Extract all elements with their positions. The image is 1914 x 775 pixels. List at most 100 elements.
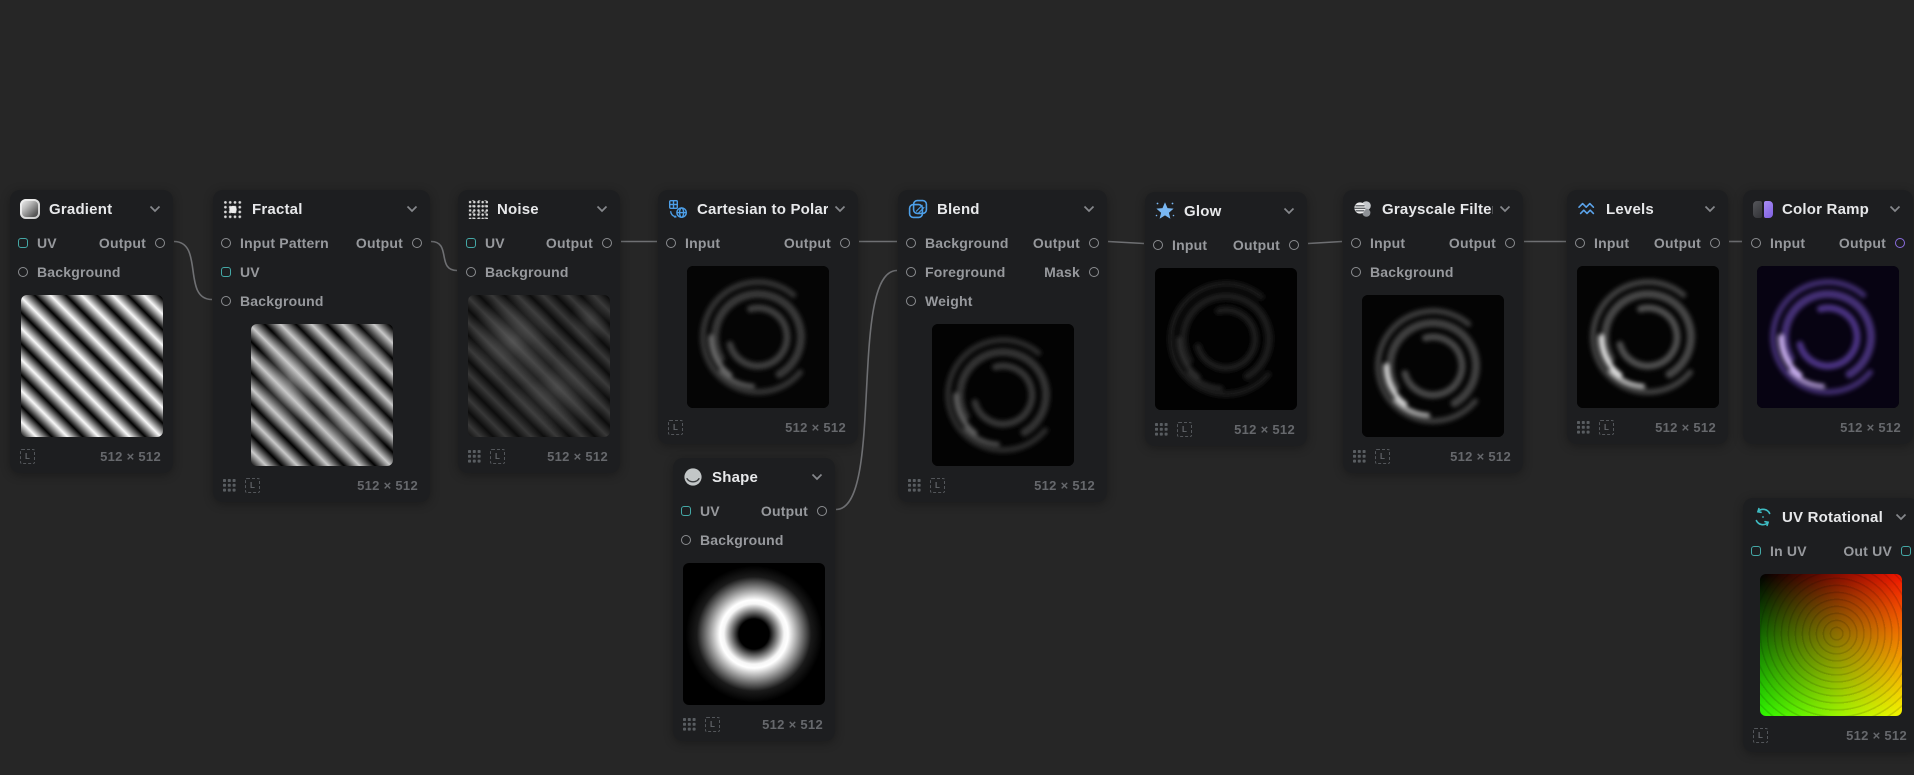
port-label: Input [1370, 235, 1405, 251]
chevron-down-icon[interactable] [1704, 200, 1716, 218]
grid-toggle-icon[interactable] [1577, 420, 1591, 434]
node-footer: L512 × 512 [223, 477, 418, 493]
input-port-uv[interactable] [221, 267, 231, 277]
resolution-label: 512 × 512 [1840, 420, 1901, 435]
input-port-background[interactable] [18, 267, 28, 277]
port-label: Out UV [1843, 543, 1892, 559]
node-color-ramp[interactable]: Color Ramp InputOutput 512 × 512 [1743, 190, 1913, 444]
fractal-icon [223, 200, 243, 219]
chevron-down-icon[interactable] [149, 200, 161, 218]
chevron-down-icon[interactable] [1283, 202, 1295, 220]
input-port-background[interactable] [466, 267, 476, 277]
chevron-down-icon[interactable] [1889, 200, 1901, 218]
input-port-in-uv[interactable] [1751, 546, 1761, 556]
input-port-uv[interactable] [681, 506, 691, 516]
grid-toggle-icon[interactable] [1353, 449, 1367, 463]
input-port-uv[interactable] [18, 238, 28, 248]
grid-toggle-icon[interactable] [908, 478, 922, 492]
port-label: Background [925, 235, 1009, 251]
node-footer: L512 × 512 [468, 448, 608, 464]
input-port-input[interactable] [1153, 240, 1163, 250]
input-port-weight[interactable] [906, 296, 916, 306]
marquee-l-icon[interactable]: L [1375, 449, 1390, 464]
input-port-input-pattern[interactable] [221, 238, 231, 248]
node-preview-image [1362, 295, 1504, 437]
grid-toggle-icon[interactable] [468, 449, 482, 463]
output-port-output[interactable] [1289, 240, 1299, 250]
port-row: Background [1343, 257, 1523, 286]
node-header: Levels [1567, 190, 1728, 228]
wire-blend-to-glow[interactable] [1108, 242, 1144, 244]
chevron-down-icon[interactable] [811, 468, 823, 486]
port-label: Output [1654, 235, 1701, 251]
output-port-mask[interactable] [1089, 267, 1099, 277]
node-shape[interactable]: Shape UVOutput BackgroundL512 × 512 [673, 458, 835, 741]
port-label: Mask [1044, 264, 1080, 280]
node-uv-rotational[interactable]: UV Rotational In UVOut UV L512 × 512 [1743, 498, 1914, 752]
node-grayscale-filter[interactable]: Grayscale Filter InputOutput Background … [1343, 190, 1523, 473]
wire-gradient-to-fractal[interactable] [174, 242, 212, 300]
node-noise[interactable]: Noise UVOutput BackgroundL512 × 512 [458, 190, 620, 473]
port-label: Foreground [925, 264, 1006, 280]
output-port-output[interactable] [1505, 238, 1515, 248]
output-port-output[interactable] [840, 238, 850, 248]
grid-toggle-icon[interactable] [1155, 422, 1169, 436]
chevron-down-icon[interactable] [1083, 200, 1095, 218]
node-header: Glow [1145, 192, 1307, 230]
output-port-output[interactable] [817, 506, 827, 516]
node-cartesian-to-polar[interactable]: Cartesian to Polar InputOutput L512 × 51… [658, 190, 858, 444]
input-port-input[interactable] [1751, 238, 1761, 248]
input-port-input[interactable] [1351, 238, 1361, 248]
marquee-l-icon[interactable]: L [1599, 420, 1614, 435]
wire-glow-to-grayscale-filter[interactable] [1308, 242, 1342, 244]
input-port-background[interactable] [681, 535, 691, 545]
port-label: Output [546, 235, 593, 251]
input-port-background[interactable] [906, 238, 916, 248]
marquee-l-icon[interactable]: L [1177, 422, 1192, 437]
port-label: Background [1370, 264, 1454, 280]
grid-toggle-icon[interactable] [223, 478, 237, 492]
grid-toggle-icon[interactable] [683, 717, 697, 731]
port-label: Background [240, 293, 324, 309]
chevron-down-icon[interactable] [596, 200, 608, 218]
marquee-l-icon[interactable]: L [1753, 728, 1768, 743]
chevron-down-icon[interactable] [834, 200, 846, 218]
node-footer: L512 × 512 [1753, 727, 1907, 743]
noise-icon [468, 200, 488, 219]
output-port-output[interactable] [1089, 238, 1099, 248]
output-port-output[interactable] [1895, 238, 1905, 248]
node-levels[interactable]: Levels InputOutput L512 × 512 [1567, 190, 1728, 444]
marquee-l-icon[interactable]: L [20, 449, 35, 464]
chevron-down-icon[interactable] [1499, 200, 1511, 218]
input-port-input[interactable] [666, 238, 676, 248]
node-gradient[interactable]: Gradient UVOutput BackgroundL512 × 512 [10, 190, 173, 473]
wire-fractal-to-noise[interactable] [431, 242, 457, 271]
chevron-down-icon[interactable] [1895, 508, 1907, 526]
input-port-background[interactable] [1351, 267, 1361, 277]
node-header: Blend [898, 190, 1107, 228]
node-blend[interactable]: Blend BackgroundOutput ForegroundMask We… [898, 190, 1107, 502]
port-label: Background [700, 532, 784, 548]
chevron-down-icon[interactable] [406, 200, 418, 218]
marquee-l-icon[interactable]: L [930, 478, 945, 493]
marquee-l-icon[interactable]: L [668, 420, 683, 435]
marquee-l-icon[interactable]: L [490, 449, 505, 464]
output-port-output[interactable] [1710, 238, 1720, 248]
node-fractal[interactable]: Fractal Input PatternOutput UV Backgroun… [213, 190, 430, 502]
output-port-output[interactable] [602, 238, 612, 248]
node-glow[interactable]: Glow InputOutput L512 × 512 [1145, 192, 1307, 446]
input-port-background[interactable] [221, 296, 231, 306]
marquee-l-icon[interactable]: L [245, 478, 260, 493]
input-port-foreground[interactable] [906, 267, 916, 277]
input-port-input[interactable] [1575, 238, 1585, 248]
marquee-l-icon[interactable]: L [705, 717, 720, 732]
node-header: Shape [673, 458, 835, 496]
node-graph-canvas[interactable]: Gradient UVOutput BackgroundL512 × 512 F… [0, 0, 1914, 775]
output-port-output[interactable] [155, 238, 165, 248]
node-preview-image [251, 324, 393, 466]
resolution-label: 512 × 512 [762, 717, 823, 732]
node-title: Glow [1184, 203, 1277, 220]
output-port-out-uv[interactable] [1901, 546, 1911, 556]
input-port-uv[interactable] [466, 238, 476, 248]
output-port-output[interactable] [412, 238, 422, 248]
